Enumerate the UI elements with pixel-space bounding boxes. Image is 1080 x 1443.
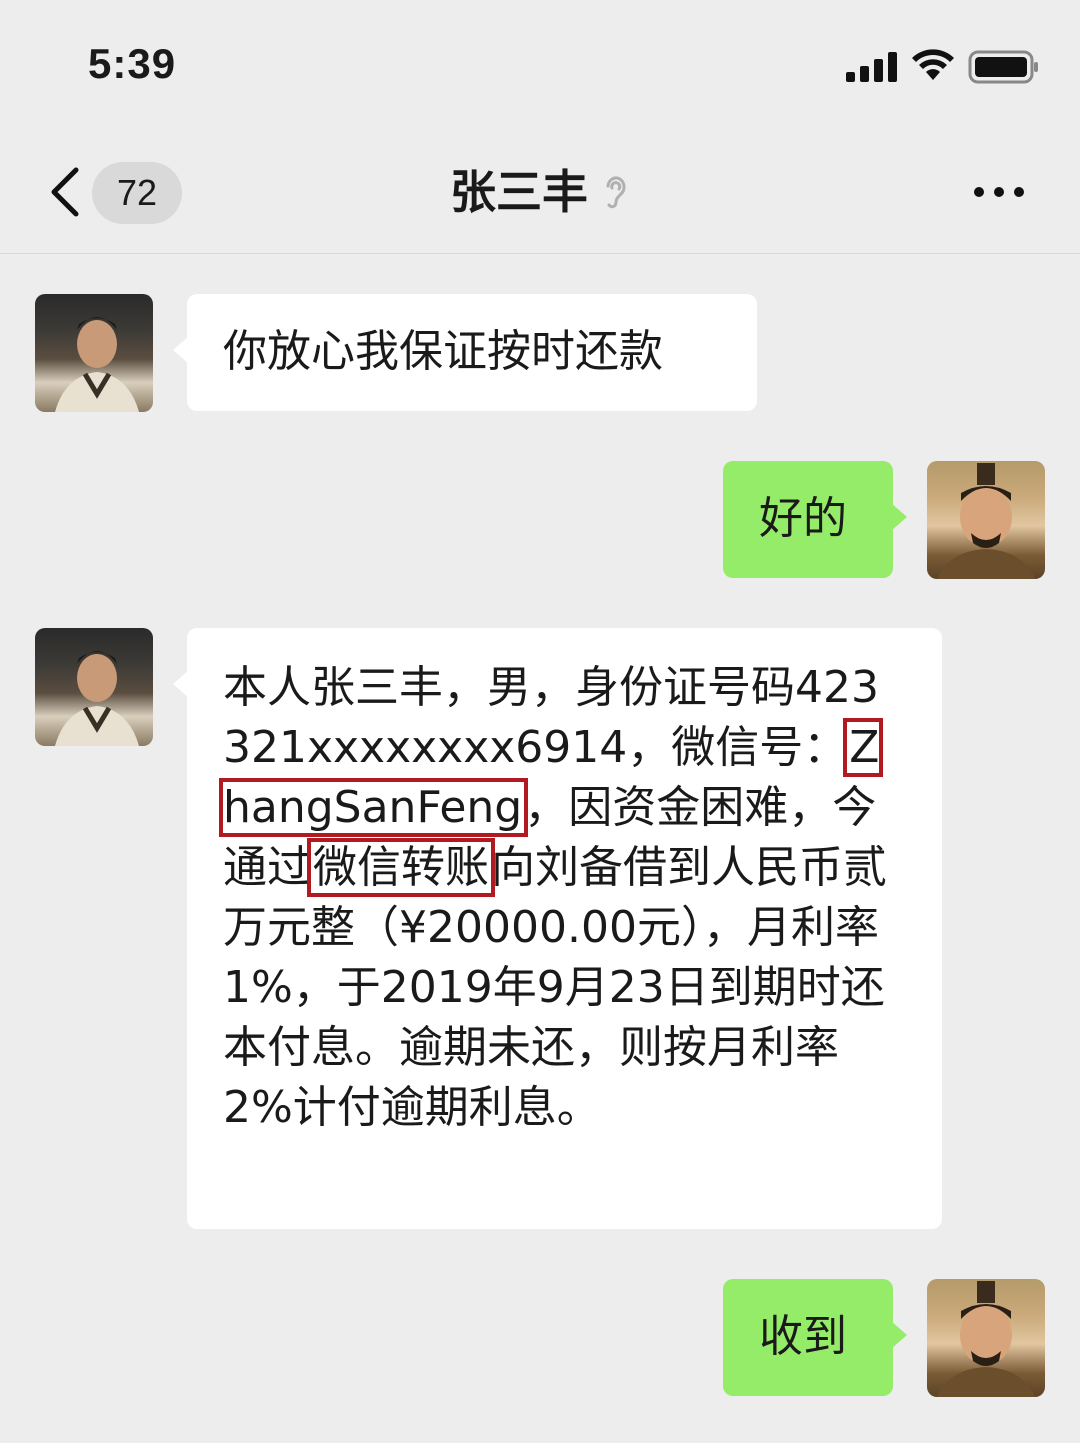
contact-avatar[interactable] <box>35 294 153 412</box>
my-avatar[interactable] <box>927 461 1045 579</box>
message-text-segment: 本人张三丰，男，身份证号码423321xxxxxxxx6914，微信号： <box>223 662 879 773</box>
message-bubble-outgoing[interactable]: 好的 <box>723 461 907 578</box>
person-portrait-icon <box>55 317 139 412</box>
message-text: 好的 <box>759 493 847 544</box>
person-portrait-icon <box>937 1281 1035 1397</box>
iou-message-text: 本人张三丰，男，身份证号码423321xxxxxxxx6914，微信号：Zhan… <box>218 658 906 1138</box>
person-portrait-icon <box>937 463 1035 579</box>
chat-title-container: 张三丰 <box>0 160 1080 224</box>
more-options-icon[interactable] <box>966 172 1032 212</box>
message-text: 你放心我保证按时还款 <box>223 326 663 377</box>
chat-header: 72 张三丰 <box>0 130 1080 254</box>
ear-earpiece-mode-icon <box>606 176 626 209</box>
message-bubble-outgoing[interactable]: 收到 <box>723 1279 907 1396</box>
chat-title[interactable]: 张三丰 <box>450 160 588 224</box>
message-text: 收到 <box>759 1311 847 1362</box>
message-bubble-incoming[interactable]: 你放心我保证按时还款 <box>173 294 757 411</box>
status-bar: 5:39 <box>0 0 1080 130</box>
status-time: 5:39 <box>88 40 177 87</box>
contact-avatar[interactable] <box>35 628 153 746</box>
my-avatar[interactable] <box>927 1279 1045 1397</box>
message-bubble-incoming-long[interactable]: 本人张三丰，男，身份证号码423321xxxxxxxx6914，微信号：Zhan… <box>173 628 942 1229</box>
wifi-icon <box>912 49 954 80</box>
highlighted-wechat-transfer: 微信转账 <box>307 838 495 897</box>
cellular-signal-icon <box>846 52 897 82</box>
message-list[interactable]: 你放心我保证按时还款 好的 本人张三丰，男，身份证号码423321xxxxxxx… <box>0 254 1080 1443</box>
battery-icon <box>968 50 1038 84</box>
person-portrait-icon <box>55 651 139 746</box>
